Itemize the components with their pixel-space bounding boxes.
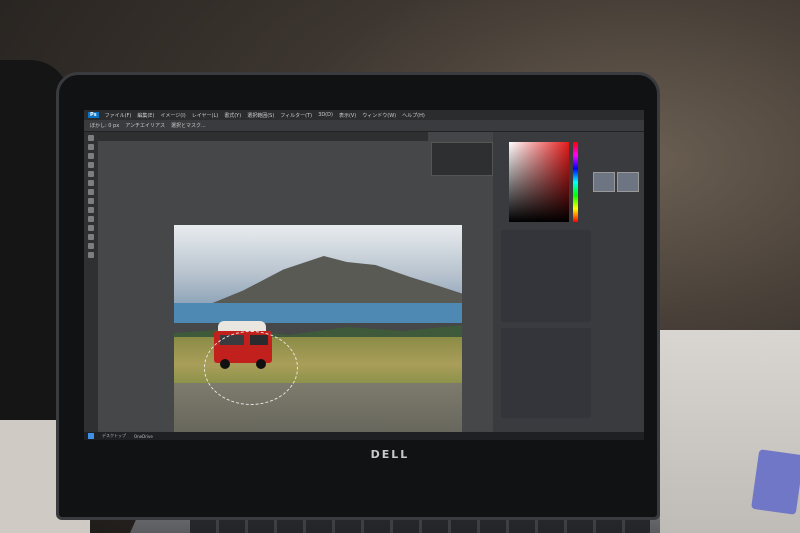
menu-item[interactable]: イメージ(I) bbox=[160, 112, 185, 119]
dell-logo: DELL bbox=[370, 448, 410, 461]
eyedropper-tool-icon[interactable] bbox=[88, 180, 94, 186]
gradient-tool-icon[interactable] bbox=[88, 216, 94, 222]
option-item[interactable]: 選択とマスク... bbox=[171, 122, 206, 129]
options-bar: ぼかし: 0 px アンチエイリアス 選択とマスク... bbox=[84, 120, 644, 132]
menu-item[interactable]: 表示(V) bbox=[339, 112, 356, 119]
taskbar-item[interactable]: デスクトップ bbox=[102, 433, 126, 439]
text-tool-icon[interactable] bbox=[88, 234, 94, 240]
thumbnail[interactable] bbox=[593, 172, 615, 192]
menu-item[interactable]: 書式(Y) bbox=[224, 112, 241, 119]
photo-canvas[interactable] bbox=[174, 225, 462, 440]
windows-taskbar: デスクトップ OneDrive bbox=[84, 432, 644, 440]
right-panels bbox=[431, 132, 644, 432]
menu-item[interactable]: ヘルプ(H) bbox=[402, 112, 425, 119]
selection-marquee[interactable] bbox=[204, 331, 298, 405]
photoshop-logo: Ps bbox=[88, 112, 99, 118]
zoom-tool-icon[interactable] bbox=[88, 252, 94, 258]
menu-item[interactable]: 選択範囲(S) bbox=[247, 112, 274, 119]
menu-item[interactable]: ファイル(F) bbox=[105, 112, 132, 119]
select-tool-icon[interactable] bbox=[88, 162, 94, 168]
eraser-tool-icon[interactable] bbox=[88, 207, 94, 213]
thumbnail-strip bbox=[593, 172, 639, 192]
blue-notebook bbox=[751, 449, 800, 515]
toolbox bbox=[84, 132, 98, 432]
history-panel[interactable] bbox=[431, 142, 493, 176]
properties-panel[interactable] bbox=[501, 230, 591, 322]
thumbnail[interactable] bbox=[617, 172, 639, 192]
lasso-tool-icon[interactable] bbox=[88, 153, 94, 159]
brush-tool-icon[interactable] bbox=[88, 189, 94, 195]
canvas-area[interactable] bbox=[98, 141, 493, 440]
menu-item[interactable]: レイヤー(L) bbox=[192, 112, 219, 119]
windows-start-icon[interactable] bbox=[88, 433, 94, 439]
stamp-tool-icon[interactable] bbox=[88, 198, 94, 204]
menu-item[interactable]: フィルター(T) bbox=[280, 112, 312, 119]
lake bbox=[174, 303, 462, 323]
menu-item[interactable]: 編集(E) bbox=[137, 112, 154, 119]
color-picker[interactable] bbox=[509, 142, 569, 222]
menu-bar: Ps ファイル(F) 編集(E) イメージ(I) レイヤー(L) 書式(Y) 選… bbox=[84, 110, 644, 120]
taskbar-item[interactable]: OneDrive bbox=[134, 434, 153, 439]
marquee-tool-icon[interactable] bbox=[88, 144, 94, 150]
layers-panel[interactable] bbox=[501, 328, 591, 418]
crop-tool-icon[interactable] bbox=[88, 171, 94, 177]
laptop-screen: Ps ファイル(F) 編集(E) イメージ(I) レイヤー(L) 書式(Y) 選… bbox=[84, 110, 644, 440]
menu-item[interactable]: ウィンドウ(W) bbox=[362, 112, 396, 119]
hand-tool-icon[interactable] bbox=[88, 243, 94, 249]
pen-tool-icon[interactable] bbox=[88, 225, 94, 231]
option-item[interactable]: アンチエイリアス bbox=[125, 122, 165, 129]
document-tab[interactable] bbox=[98, 132, 428, 141]
option-item[interactable]: ぼかし: 0 px bbox=[90, 122, 119, 129]
menu-item[interactable]: 3D(D) bbox=[318, 112, 333, 118]
hue-slider[interactable] bbox=[573, 142, 578, 222]
move-tool-icon[interactable] bbox=[88, 135, 94, 141]
